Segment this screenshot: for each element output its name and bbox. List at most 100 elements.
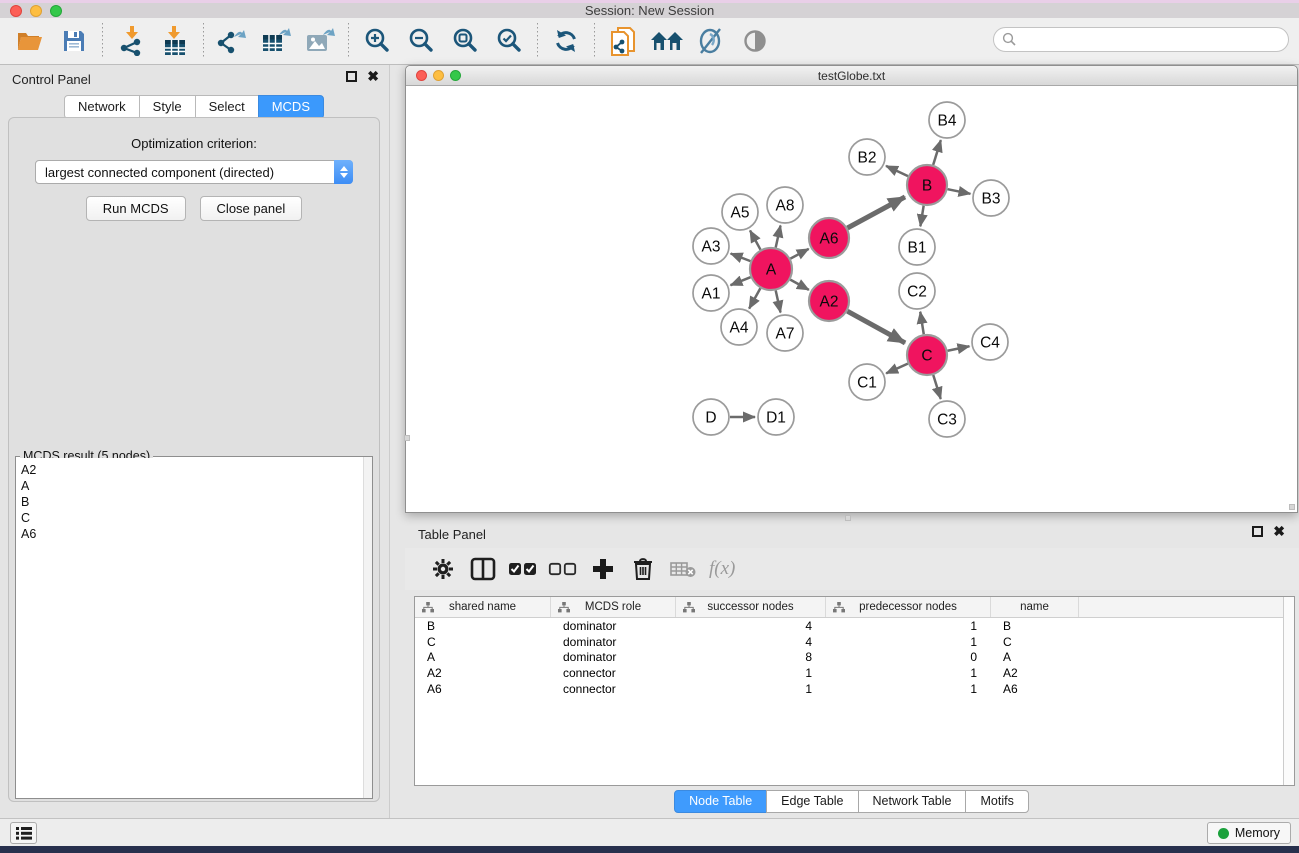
show-graphics-details-icon[interactable] bbox=[738, 24, 772, 58]
mcds-result-item[interactable]: B bbox=[16, 494, 363, 510]
table-cell[interactable]: 1 bbox=[676, 666, 826, 680]
first-neighbors-icon[interactable] bbox=[650, 24, 684, 58]
edge-A-A4[interactable] bbox=[749, 288, 760, 308]
mcds-result-item[interactable]: A6 bbox=[16, 526, 363, 542]
table-cell[interactable]: connector bbox=[551, 682, 676, 696]
table-cell[interactable]: B bbox=[415, 619, 551, 633]
edge-B-B3[interactable] bbox=[948, 189, 971, 194]
table-row[interactable]: Cdominator41C bbox=[415, 634, 1294, 650]
edge-A2-C[interactable] bbox=[847, 311, 905, 343]
column-header-name[interactable]: name bbox=[991, 597, 1079, 617]
show-panels-button[interactable] bbox=[10, 822, 37, 844]
run-mcds-button[interactable]: Run MCDS bbox=[86, 196, 186, 221]
edge-C-C4[interactable] bbox=[948, 346, 970, 351]
tab-select[interactable]: Select bbox=[195, 95, 259, 119]
export-network-icon[interactable] bbox=[215, 24, 249, 58]
optimization-criterion-select[interactable]: largest connected component (directed) bbox=[35, 160, 353, 184]
network-graph[interactable]: AA1A2A3A4A5A6A7A8BB1B2B3B4CC1C2C3C4DD1 bbox=[406, 86, 1297, 512]
edge-B-B4[interactable] bbox=[933, 140, 941, 165]
mcds-result-item[interactable]: A bbox=[16, 478, 363, 494]
add-icon[interactable] bbox=[583, 552, 623, 586]
network-close-icon[interactable] bbox=[416, 70, 427, 81]
tab-node-table[interactable]: Node Table bbox=[674, 790, 767, 813]
table-float-panel-icon[interactable] bbox=[1252, 526, 1263, 537]
table-cell[interactable]: A6 bbox=[415, 682, 551, 696]
table-cell[interactable]: 1 bbox=[826, 666, 991, 680]
edge-B-B1[interactable] bbox=[920, 206, 923, 227]
zoom-fit-icon[interactable] bbox=[448, 24, 482, 58]
table-cell[interactable]: dominator bbox=[551, 619, 676, 633]
mcds-result-item[interactable]: A2 bbox=[16, 462, 363, 478]
zoom-in-icon[interactable] bbox=[360, 24, 394, 58]
table-cell[interactable]: connector bbox=[551, 666, 676, 680]
network-canvas[interactable]: AA1A2A3A4A5A6A7A8BB1B2B3B4CC1C2C3C4DD1 bbox=[406, 86, 1297, 512]
table-cell[interactable]: 1 bbox=[826, 682, 991, 696]
tab-edge-table[interactable]: Edge Table bbox=[766, 790, 858, 813]
table-cell[interactable]: 4 bbox=[676, 635, 826, 649]
edge-A-A7[interactable] bbox=[776, 290, 781, 312]
table-row[interactable]: A6connector11A6 bbox=[415, 681, 1294, 697]
resize-grip[interactable] bbox=[404, 435, 410, 441]
column-header-MCDS-role[interactable]: MCDS role bbox=[551, 597, 676, 617]
close-panel-button[interactable]: Close panel bbox=[200, 196, 303, 221]
table-cell[interactable]: 0 bbox=[826, 650, 991, 664]
table-cell[interactable]: A6 bbox=[991, 682, 1079, 696]
import-network-icon[interactable] bbox=[114, 24, 148, 58]
memory-button[interactable]: Memory bbox=[1207, 822, 1291, 844]
table-cell[interactable]: dominator bbox=[551, 635, 676, 649]
mcds-result-list[interactable]: A2ABCA6 bbox=[16, 458, 363, 798]
table-cell[interactable]: 1 bbox=[676, 682, 826, 696]
tab-mcds[interactable]: MCDS bbox=[258, 95, 324, 119]
network-minimize-icon[interactable] bbox=[433, 70, 444, 81]
result-scrollbar[interactable] bbox=[363, 457, 372, 798]
edge-C-C1[interactable] bbox=[886, 364, 908, 374]
close-panel-icon[interactable]: ✖ bbox=[367, 71, 379, 82]
search-input[interactable] bbox=[1017, 30, 1288, 50]
edge-B-B2[interactable] bbox=[886, 166, 908, 176]
network-window-titlebar[interactable]: testGlobe.txt bbox=[406, 66, 1297, 86]
function-builder-icon[interactable]: f(x) bbox=[709, 558, 735, 580]
new-network-from-selection-icon[interactable] bbox=[606, 24, 640, 58]
tab-network-table[interactable]: Network Table bbox=[858, 790, 967, 813]
edge-A-A8[interactable] bbox=[776, 226, 781, 248]
import-table-icon[interactable] bbox=[158, 24, 192, 58]
open-file-icon[interactable] bbox=[13, 24, 47, 58]
table-cell[interactable]: 8 bbox=[676, 650, 826, 664]
save-session-icon[interactable] bbox=[57, 24, 91, 58]
column-header-predecessor-nodes[interactable]: predecessor nodes bbox=[826, 597, 991, 617]
table-cell[interactable]: C bbox=[991, 635, 1079, 649]
edge-A6-B[interactable] bbox=[847, 197, 905, 228]
table-cell[interactable]: C bbox=[415, 635, 551, 649]
select-all-icon[interactable] bbox=[503, 552, 543, 586]
mcds-result-item[interactable]: C bbox=[16, 510, 363, 526]
table-cell[interactable]: 1 bbox=[826, 619, 991, 633]
edge-C-C2[interactable] bbox=[920, 312, 924, 335]
column-header-shared-name[interactable]: shared name bbox=[415, 597, 551, 617]
edge-A-A3[interactable] bbox=[731, 254, 751, 262]
table-cell[interactable]: B bbox=[991, 619, 1079, 633]
delete-icon[interactable] bbox=[623, 552, 663, 586]
tab-network[interactable]: Network bbox=[64, 95, 140, 119]
edge-A-A1[interactable] bbox=[730, 277, 750, 285]
network-maximize-icon[interactable] bbox=[450, 70, 461, 81]
table-cell[interactable]: 4 bbox=[676, 619, 826, 633]
split-view-icon[interactable] bbox=[463, 552, 503, 586]
zoom-selected-icon[interactable] bbox=[492, 24, 526, 58]
tab-style[interactable]: Style bbox=[139, 95, 196, 119]
edge-A-A5[interactable] bbox=[750, 230, 760, 249]
table-scrollbar[interactable] bbox=[1283, 597, 1294, 785]
float-panel-icon[interactable] bbox=[346, 71, 357, 82]
hide-selected-icon[interactable] bbox=[694, 24, 728, 58]
table-close-panel-icon[interactable]: ✖ bbox=[1273, 526, 1285, 537]
export-image-icon[interactable] bbox=[303, 24, 337, 58]
table-row[interactable]: Bdominator41B bbox=[415, 618, 1294, 634]
resize-grip-corner[interactable] bbox=[1289, 504, 1295, 510]
column-header-successor-nodes[interactable]: successor nodes bbox=[676, 597, 826, 617]
table-cell[interactable]: 1 bbox=[826, 635, 991, 649]
table-row[interactable]: A2connector11A2 bbox=[415, 665, 1294, 681]
edge-C-C3[interactable] bbox=[933, 375, 940, 399]
deselect-all-icon[interactable] bbox=[543, 552, 583, 586]
zoom-out-icon[interactable] bbox=[404, 24, 438, 58]
table-cell[interactable]: A2 bbox=[415, 666, 551, 680]
table-row[interactable]: Adominator80A bbox=[415, 650, 1294, 666]
